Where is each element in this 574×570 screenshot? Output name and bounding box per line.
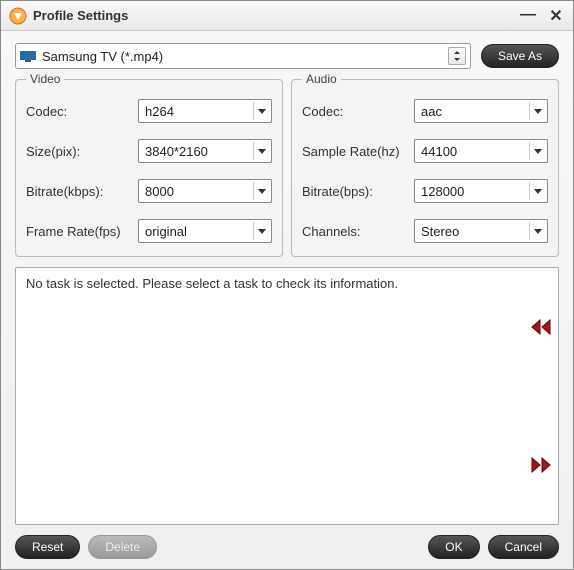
video-codec-select[interactable]: h264 [138, 99, 272, 123]
titlebar: Profile Settings — ✕ [1, 1, 573, 31]
audio-bitrate-select[interactable]: 128000 [414, 179, 548, 203]
cancel-button[interactable]: Cancel [488, 535, 559, 559]
footer: Reset Delete OK Cancel [15, 525, 559, 559]
video-group: Video Codec: h264 Size(pix): 3840*2160 [15, 79, 283, 257]
video-framerate-label: Frame Rate(fps) [26, 224, 138, 239]
window: Profile Settings — ✕ Samsung TV (*.mp4) … [0, 0, 574, 570]
audio-codec-select[interactable]: aac [414, 99, 548, 123]
chevron-down-icon [253, 182, 269, 200]
window-title: Profile Settings [33, 8, 519, 23]
chevron-down-icon [529, 102, 545, 120]
save-as-button[interactable]: Save As [481, 44, 559, 68]
app-icon [9, 7, 27, 25]
audio-channels-select[interactable]: Stereo [414, 219, 548, 243]
video-size-select[interactable]: 3840*2160 [138, 139, 272, 163]
prev-task-button[interactable] [530, 318, 552, 336]
chevron-down-icon [253, 142, 269, 160]
tv-icon [20, 50, 36, 62]
chevron-down-icon [529, 182, 545, 200]
chevron-down-icon [253, 102, 269, 120]
audio-codec-label: Codec: [302, 104, 414, 119]
content-area: Samsung TV (*.mp4) Save As Video Codec: … [1, 31, 573, 569]
reset-button[interactable]: Reset [15, 535, 80, 559]
minimize-button[interactable]: — [519, 6, 537, 26]
profile-select-text: Samsung TV (*.mp4) [42, 49, 448, 64]
video-framerate-select[interactable]: original [138, 219, 272, 243]
task-message: No task is selected. Please select a tas… [26, 276, 522, 291]
audio-channels-label: Channels: [302, 224, 414, 239]
chevron-down-icon [253, 222, 269, 240]
video-bitrate-select[interactable]: 8000 [138, 179, 272, 203]
video-bitrate-label: Bitrate(kbps): [26, 184, 138, 199]
audio-group-title: Audio [302, 72, 341, 86]
audio-bitrate-label: Bitrate(bps): [302, 184, 414, 199]
video-size-label: Size(pix): [26, 144, 138, 159]
audio-samplerate-select[interactable]: 44100 [414, 139, 548, 163]
chevron-down-icon [529, 222, 545, 240]
audio-group: Audio Codec: aac Sample Rate(hz) 44100 [291, 79, 559, 257]
close-button[interactable]: ✕ [547, 6, 565, 26]
next-task-button[interactable] [530, 456, 552, 474]
chevron-down-icon [529, 142, 545, 160]
delete-button[interactable]: Delete [88, 535, 157, 559]
dropdown-icon [448, 47, 466, 65]
ok-button[interactable]: OK [428, 535, 479, 559]
audio-samplerate-label: Sample Rate(hz) [302, 144, 414, 159]
profile-select[interactable]: Samsung TV (*.mp4) [15, 43, 471, 69]
video-codec-label: Codec: [26, 104, 138, 119]
video-group-title: Video [26, 72, 64, 86]
task-info-panel: No task is selected. Please select a tas… [15, 267, 559, 525]
